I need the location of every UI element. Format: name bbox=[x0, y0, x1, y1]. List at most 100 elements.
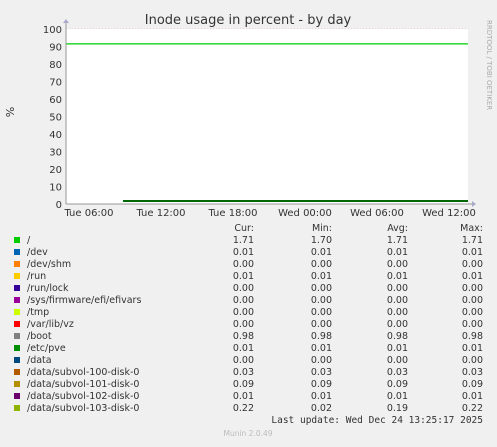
legend-value-min: 0.00 bbox=[311, 259, 332, 270]
legend-value-cur: 0.00 bbox=[233, 355, 254, 366]
legend-name: /etc/pve bbox=[27, 343, 66, 354]
legend-value-cur: 0.03 bbox=[233, 367, 254, 378]
y-tick-label: 20 bbox=[49, 165, 62, 176]
chart-title: Inode usage in percent - by day bbox=[145, 13, 352, 28]
y-tick-label: 60 bbox=[49, 95, 62, 106]
y-tick-label: 10 bbox=[49, 183, 62, 194]
legend-value-avg: 0.01 bbox=[387, 343, 408, 354]
legend-swatch bbox=[14, 273, 20, 279]
legend-value-avg: 0.00 bbox=[387, 319, 408, 330]
legend-value-min: 0.00 bbox=[311, 355, 332, 366]
legend-value-min: 0.01 bbox=[311, 271, 332, 282]
legend-value-min: 0.01 bbox=[311, 343, 332, 354]
legend-value-cur: 0.00 bbox=[233, 307, 254, 318]
y-tick-label: 100 bbox=[43, 25, 62, 36]
legend-value-min: 0.02 bbox=[311, 403, 332, 414]
x-tick-label: Tue 12:00 bbox=[135, 208, 185, 219]
legend-name: /run/lock bbox=[27, 283, 69, 294]
legend-swatch bbox=[14, 309, 20, 315]
legend-value-min: 0.00 bbox=[311, 295, 332, 306]
munin-graph: Inode usage in percent - by day RRDTOOL … bbox=[0, 0, 497, 443]
legend-value-min: 0.09 bbox=[311, 379, 332, 390]
legend-value-max: 0.98 bbox=[462, 331, 483, 342]
legend-value-max: 0.01 bbox=[462, 247, 483, 258]
legend-value-max: 0.00 bbox=[462, 295, 483, 306]
x-tick-label: Wed 12:00 bbox=[422, 208, 476, 219]
legend-value-avg: 0.09 bbox=[387, 379, 408, 390]
legend-swatch bbox=[14, 297, 20, 303]
legend-value-cur: 0.98 bbox=[233, 331, 254, 342]
legend-swatch bbox=[14, 285, 20, 291]
legend-value-cur: 0.01 bbox=[233, 343, 254, 354]
legend-value-min: 1.70 bbox=[311, 235, 332, 246]
legend-value-max: 0.01 bbox=[462, 343, 483, 354]
legend-header: Cur: bbox=[234, 223, 254, 234]
legend-value-max: 0.00 bbox=[462, 283, 483, 294]
legend-value-avg: 0.01 bbox=[387, 247, 408, 258]
x-tick-label: Tue 06:00 bbox=[63, 208, 113, 219]
legend-value-max: 0.09 bbox=[462, 379, 483, 390]
legend-value-avg: 0.00 bbox=[387, 259, 408, 270]
legend-value-cur: 0.22 bbox=[233, 403, 254, 414]
legend-value-cur: 0.01 bbox=[233, 391, 254, 402]
legend-value-cur: 0.09 bbox=[233, 379, 254, 390]
legend-value-cur: 0.00 bbox=[233, 283, 254, 294]
chart-svg: Inode usage in percent - by day RRDTOOL … bbox=[0, 0, 497, 443]
y-tick-label: 0 bbox=[56, 200, 62, 211]
legend-value-max: 0.00 bbox=[462, 355, 483, 366]
legend-value-max: 0.01 bbox=[462, 391, 483, 402]
legend-value-min: 0.01 bbox=[311, 247, 332, 258]
legend-value-min: 0.01 bbox=[311, 391, 332, 402]
legend-value-min: 0.00 bbox=[311, 283, 332, 294]
legend-value-avg: 0.00 bbox=[387, 307, 408, 318]
legend-name: /run bbox=[27, 271, 46, 282]
legend-value-avg: 0.03 bbox=[387, 367, 408, 378]
legend-swatch bbox=[14, 345, 20, 351]
legend-value-max: 0.00 bbox=[462, 319, 483, 330]
legend-value-cur: 1.71 bbox=[233, 235, 254, 246]
y-axis-label: % bbox=[4, 107, 17, 117]
plot-area bbox=[66, 29, 468, 204]
legend-name: /data/subvol-103-disk-0 bbox=[27, 403, 139, 414]
legend-swatch bbox=[14, 237, 20, 243]
legend-swatch bbox=[14, 333, 20, 339]
legend-swatch bbox=[14, 357, 20, 363]
x-tick-label: Wed 00:00 bbox=[278, 208, 332, 219]
y-tick-label: 50 bbox=[49, 113, 62, 124]
y-tick-label: 70 bbox=[49, 78, 62, 89]
legend-value-avg: 0.19 bbox=[387, 403, 408, 414]
legend-name: /data/subvol-100-disk-0 bbox=[27, 367, 139, 378]
legend-name: /var/lib/vz bbox=[27, 319, 74, 330]
legend-value-max: 0.01 bbox=[462, 271, 483, 282]
legend-value-avg: 0.00 bbox=[387, 295, 408, 306]
legend-value-max: 0.00 bbox=[462, 307, 483, 318]
legend-value-max: 0.03 bbox=[462, 367, 483, 378]
legend-value-min: 0.03 bbox=[311, 367, 332, 378]
y-tick-label: 90 bbox=[49, 43, 62, 54]
legend-swatch bbox=[14, 405, 20, 411]
legend-name: /sys/firmware/efi/efivars bbox=[27, 295, 141, 306]
legend-name: /dev bbox=[27, 247, 48, 258]
legend-value-max: 0.00 bbox=[462, 259, 483, 270]
legend-header: Avg: bbox=[387, 223, 408, 234]
legend-value-avg: 1.71 bbox=[387, 235, 408, 246]
y-tick-label: 80 bbox=[49, 60, 62, 71]
legend-name: /boot bbox=[27, 331, 52, 342]
legend-value-avg: 0.00 bbox=[387, 283, 408, 294]
legend-header: Min: bbox=[312, 223, 332, 234]
legend-value-cur: 0.00 bbox=[233, 259, 254, 270]
legend-value-cur: 0.01 bbox=[233, 271, 254, 282]
y-tick-label: 30 bbox=[49, 148, 62, 159]
x-tick-label: Tue 18:00 bbox=[207, 208, 257, 219]
legend-value-max: 1.71 bbox=[462, 235, 483, 246]
y-tick-label: 40 bbox=[49, 130, 62, 141]
legend-name: /data/subvol-102-disk-0 bbox=[27, 391, 139, 402]
legend-swatch bbox=[14, 321, 20, 327]
legend-name: /tmp bbox=[27, 307, 49, 318]
last-update-text: Last update: Wed Dec 24 13:25:17 2025 bbox=[271, 415, 483, 426]
legend-value-min: 0.00 bbox=[311, 307, 332, 318]
legend-value-min: 0.98 bbox=[311, 331, 332, 342]
legend-swatch bbox=[14, 249, 20, 255]
legend-value-cur: 0.00 bbox=[233, 295, 254, 306]
legend-value-min: 0.00 bbox=[311, 319, 332, 330]
